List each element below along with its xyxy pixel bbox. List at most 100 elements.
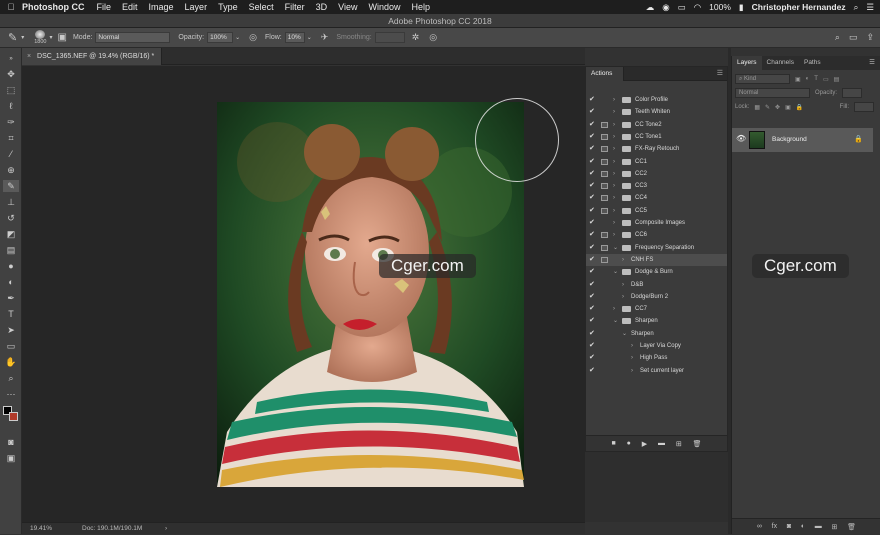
- action-toggle-checkbox[interactable]: ✔: [589, 119, 597, 131]
- dialog-toggle-icon[interactable]: [601, 170, 608, 177]
- move-tool-icon[interactable]: ✥: [3, 68, 19, 80]
- action-toggle-checkbox[interactable]: ✔: [589, 143, 597, 155]
- menu-image[interactable]: Image: [149, 2, 174, 12]
- disclosure-triangle-icon[interactable]: ›: [613, 217, 615, 229]
- action-item[interactable]: ✔ › CC1: [586, 156, 727, 168]
- disclosure-triangle-icon[interactable]: ›: [613, 94, 615, 106]
- tool-preset-chevron-icon[interactable]: ▾: [21, 34, 24, 41]
- action-item[interactable]: ✔ › Composite Images: [586, 217, 727, 229]
- filter-smart-icon[interactable]: ▤: [834, 76, 840, 83]
- menu-window[interactable]: Window: [368, 2, 400, 12]
- lock-all-icon[interactable]: 🔒: [796, 104, 803, 111]
- healing-tool-icon[interactable]: ⊕: [3, 164, 19, 176]
- disclosure-triangle-icon[interactable]: ›: [613, 180, 615, 192]
- disclosure-triangle-icon[interactable]: ›: [622, 254, 624, 266]
- tab-paths[interactable]: Paths: [799, 56, 826, 70]
- apple-icon[interactable]: : [0, 2, 22, 12]
- menu-filter[interactable]: Filter: [285, 2, 305, 12]
- battery-icon[interactable]: ▮: [739, 2, 744, 13]
- layer-row-background[interactable]: 👁 Background 🔒: [732, 128, 873, 152]
- action-item[interactable]: ✔ ⌄ Sharpen: [586, 328, 727, 340]
- menu-edit[interactable]: Edit: [122, 2, 138, 12]
- action-toggle-checkbox[interactable]: ✔: [589, 192, 597, 204]
- eraser-tool-icon[interactable]: ◩: [3, 228, 19, 240]
- action-item[interactable]: ✔ › CNH FS: [586, 253, 727, 267]
- cloud-icon[interactable]: ☁: [646, 2, 655, 13]
- disclosure-triangle-icon[interactable]: ⌄: [613, 315, 618, 327]
- disclosure-triangle-icon[interactable]: ›: [613, 131, 615, 143]
- layers-panel-menu-icon[interactable]: ☰: [864, 56, 880, 70]
- quick-mask-icon[interactable]: ◙: [3, 436, 19, 448]
- action-toggle-checkbox[interactable]: ✔: [589, 279, 597, 291]
- menu-3d[interactable]: 3D: [316, 2, 328, 12]
- action-toggle-checkbox[interactable]: ✔: [589, 229, 597, 241]
- dialog-toggle-icon[interactable]: [601, 133, 608, 140]
- new-group-icon[interactable]: ▬: [815, 523, 822, 530]
- brush-preset-picker[interactable]: 1800: [34, 29, 46, 46]
- disclosure-triangle-icon[interactable]: ›: [613, 192, 615, 204]
- zoom-readout[interactable]: 19.41%: [30, 523, 52, 535]
- tab-channels[interactable]: Channels: [762, 56, 799, 70]
- dialog-toggle-icon[interactable]: [601, 183, 608, 190]
- menu-help[interactable]: Help: [411, 2, 430, 12]
- disclosure-triangle-icon[interactable]: ›: [613, 205, 615, 217]
- action-item[interactable]: ✔ › CC5: [586, 205, 727, 217]
- brush-picker-chevron-icon[interactable]: ▾: [49, 34, 52, 41]
- visibility-eye-icon[interactable]: 👁: [736, 134, 746, 143]
- action-item[interactable]: ✔ › CC2: [586, 168, 727, 180]
- smoothing-field[interactable]: [374, 32, 405, 43]
- zoom-tool-icon[interactable]: ⌕: [3, 372, 19, 384]
- disclosure-triangle-icon[interactable]: ›: [613, 168, 615, 180]
- brush-settings-icon[interactable]: ▣: [58, 32, 67, 43]
- airplay-icon[interactable]: ▭: [678, 2, 686, 13]
- action-item[interactable]: ✔ › FX-Ray Retouch: [586, 143, 727, 155]
- action-toggle-checkbox[interactable]: ✔: [589, 168, 597, 180]
- document-photo[interactable]: [217, 102, 524, 487]
- size-pressure-icon[interactable]: ◎: [429, 32, 437, 43]
- disclosure-triangle-icon[interactable]: ›: [631, 365, 633, 377]
- action-toggle-checkbox[interactable]: ✔: [589, 94, 597, 106]
- layer-kind-filter[interactable]: ⌕ Kind: [735, 74, 790, 84]
- action-toggle-checkbox[interactable]: ✔: [589, 291, 597, 303]
- dialog-toggle-icon[interactable]: [601, 232, 608, 239]
- lock-paint-icon[interactable]: ✎: [765, 104, 770, 111]
- delete-layer-icon[interactable]: 🗑: [847, 523, 856, 531]
- app-menu[interactable]: Photoshop CC: [22, 2, 85, 12]
- action-item[interactable]: ✔ › D&B: [586, 279, 727, 291]
- dialog-toggle-icon[interactable]: [601, 256, 608, 263]
- spotlight-icon[interactable]: ⌕: [854, 2, 859, 13]
- action-toggle-checkbox[interactable]: ✔: [589, 180, 597, 192]
- action-item[interactable]: ✔ › Dodge/Burn 2: [586, 291, 727, 303]
- search-icon[interactable]: ⌕: [835, 32, 840, 43]
- disclosure-triangle-icon[interactable]: ⌄: [613, 266, 618, 278]
- layer-fill-field[interactable]: [854, 102, 874, 112]
- dialog-toggle-icon[interactable]: [601, 244, 608, 251]
- disclosure-triangle-icon[interactable]: ›: [622, 279, 624, 291]
- action-toggle-checkbox[interactable]: ✔: [589, 365, 597, 377]
- action-toggle-checkbox[interactable]: ✔: [589, 205, 597, 217]
- crop-tool-icon[interactable]: ⌗: [3, 132, 19, 144]
- layer-opacity-field[interactable]: [842, 88, 863, 98]
- user-name[interactable]: Christopher Hernandez: [752, 2, 846, 12]
- new-set-icon[interactable]: ▬: [658, 440, 665, 447]
- path-select-tool-icon[interactable]: ➤: [3, 324, 19, 336]
- lock-position-icon[interactable]: ✥: [775, 104, 780, 111]
- flow-field[interactable]: 10%: [284, 32, 305, 43]
- disclosure-triangle-icon[interactable]: ›: [613, 303, 615, 315]
- history-brush-tool-icon[interactable]: ↺: [3, 212, 19, 224]
- opacity-pressure-icon[interactable]: ◎: [249, 32, 257, 43]
- dialog-toggle-icon[interactable]: [601, 158, 608, 165]
- record-icon[interactable]: ●: [627, 440, 631, 447]
- mask-icon[interactable]: ◙: [787, 523, 791, 530]
- hand-tool-icon[interactable]: ✋: [3, 356, 19, 368]
- action-toggle-checkbox[interactable]: ✔: [589, 106, 597, 118]
- lock-pixels-icon[interactable]: ▦: [754, 104, 760, 111]
- action-toggle-checkbox[interactable]: ✔: [589, 242, 597, 254]
- actions-tab[interactable]: Actions: [586, 67, 624, 81]
- dialog-toggle-icon[interactable]: [601, 146, 608, 153]
- filter-pixel-icon[interactable]: ▣: [795, 76, 801, 83]
- stamp-tool-icon[interactable]: ⊥: [3, 196, 19, 208]
- battery-percent[interactable]: 100%: [709, 2, 731, 12]
- action-item[interactable]: ✔ › CC Tone1: [586, 131, 727, 143]
- mode-select[interactable]: Normal: [95, 32, 171, 43]
